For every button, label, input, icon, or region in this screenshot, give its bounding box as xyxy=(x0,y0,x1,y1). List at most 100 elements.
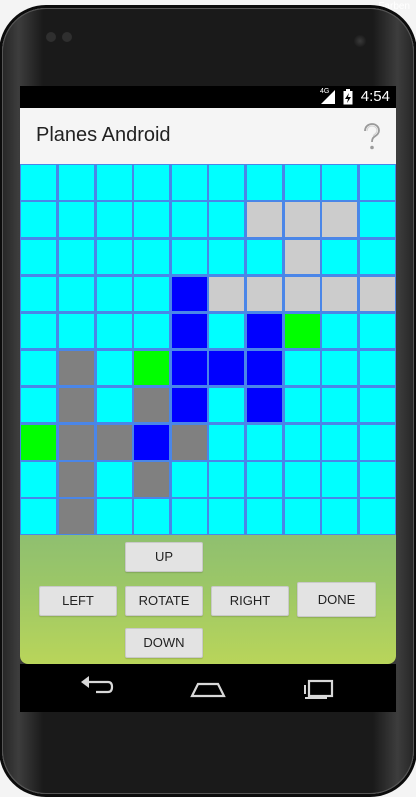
board-cell-water[interactable] xyxy=(96,202,132,237)
board-cell-water[interactable] xyxy=(246,499,282,534)
board-cell-water[interactable] xyxy=(322,239,358,274)
board-cell-water[interactable] xyxy=(322,165,358,200)
board-cell-plane-light[interactable] xyxy=(246,276,282,312)
board-cell-plane-blue[interactable] xyxy=(171,276,207,312)
rotate-button[interactable]: ROTATE xyxy=(125,586,203,616)
board-cell-plane-light[interactable] xyxy=(322,276,358,312)
board-cell-water[interactable] xyxy=(209,313,245,349)
board-cell-water[interactable] xyxy=(246,425,282,460)
board-cell-plane-blue[interactable] xyxy=(171,350,207,386)
board-cell-water[interactable] xyxy=(359,387,395,423)
board-cell-water[interactable] xyxy=(322,313,358,349)
board-cell-plane-light[interactable] xyxy=(284,202,320,237)
board-cell-water[interactable] xyxy=(322,499,358,534)
board-cell-water[interactable] xyxy=(96,462,132,497)
board-cell-water[interactable] xyxy=(134,239,170,274)
board-cell-plane-blue[interactable] xyxy=(171,313,207,349)
board-cell-water[interactable] xyxy=(322,425,358,460)
board-cell-water[interactable] xyxy=(134,165,170,200)
board-cell-water[interactable] xyxy=(209,499,245,534)
down-button[interactable]: DOWN xyxy=(125,628,203,658)
board-cell-water[interactable] xyxy=(21,239,57,274)
up-button[interactable]: UP xyxy=(125,542,203,572)
board-cell-water[interactable] xyxy=(246,462,282,497)
board-cell-hit[interactable] xyxy=(284,313,320,349)
board-cell-hit[interactable] xyxy=(21,425,57,460)
board-cell-plane-dark[interactable] xyxy=(58,387,94,423)
board-cell-water[interactable] xyxy=(58,239,94,274)
board-cell-water[interactable] xyxy=(96,165,132,200)
board-cell-plane-light[interactable] xyxy=(284,239,320,274)
board-cell-plane-dark[interactable] xyxy=(96,425,132,460)
board-cell-water[interactable] xyxy=(359,202,395,237)
board-cell-water[interactable] xyxy=(58,276,94,312)
board-cell-plane-blue[interactable] xyxy=(246,350,282,386)
board-cell-plane-blue[interactable] xyxy=(246,313,282,349)
board-cell-water[interactable] xyxy=(21,313,57,349)
board-cell-water[interactable] xyxy=(359,425,395,460)
board-cell-water[interactable] xyxy=(96,276,132,312)
left-button[interactable]: LEFT xyxy=(39,586,117,616)
board-cell-water[interactable] xyxy=(359,499,395,534)
board-cell-plane-dark[interactable] xyxy=(58,425,94,460)
board-cell-water[interactable] xyxy=(171,499,207,534)
board-cell-plane-blue[interactable] xyxy=(171,387,207,423)
back-icon[interactable] xyxy=(78,674,114,702)
board-cell-water[interactable] xyxy=(58,313,94,349)
board-cell-water[interactable] xyxy=(284,387,320,423)
board-cell-water[interactable] xyxy=(134,276,170,312)
board-cell-water[interactable] xyxy=(209,165,245,200)
board-cell-plane-dark[interactable] xyxy=(134,387,170,423)
board-cell-water[interactable] xyxy=(134,313,170,349)
game-board[interactable] xyxy=(20,164,396,535)
board-cell-plane-dark[interactable] xyxy=(58,499,94,534)
board-cell-plane-light[interactable] xyxy=(246,202,282,237)
board-cell-water[interactable] xyxy=(209,425,245,460)
board-cell-water[interactable] xyxy=(96,313,132,349)
help-icon[interactable] xyxy=(358,122,384,152)
home-icon[interactable] xyxy=(188,674,228,702)
board-cell-water[interactable] xyxy=(21,499,57,534)
board-cell-water[interactable] xyxy=(171,202,207,237)
board-cell-water[interactable] xyxy=(21,387,57,423)
done-button[interactable]: DONE xyxy=(297,582,376,617)
board-cell-water[interactable] xyxy=(209,239,245,274)
board-cell-water[interactable] xyxy=(246,165,282,200)
board-cell-water[interactable] xyxy=(171,462,207,497)
board-cell-plane-dark[interactable] xyxy=(134,462,170,497)
board-cell-plane-light[interactable] xyxy=(359,276,395,312)
board-cell-water[interactable] xyxy=(359,462,395,497)
board-cell-water[interactable] xyxy=(96,239,132,274)
board-cell-water[interactable] xyxy=(284,499,320,534)
board-cell-plane-light[interactable] xyxy=(209,276,245,312)
board-cell-water[interactable] xyxy=(209,202,245,237)
board-cell-water[interactable] xyxy=(359,165,395,200)
board-cell-water[interactable] xyxy=(171,239,207,274)
board-cell-water[interactable] xyxy=(21,165,57,200)
board-cell-water[interactable] xyxy=(209,387,245,423)
board-cell-water[interactable] xyxy=(284,425,320,460)
board-cell-water[interactable] xyxy=(58,165,94,200)
board-cell-water[interactable] xyxy=(96,499,132,534)
recent-apps-icon[interactable] xyxy=(300,674,336,702)
board-cell-water[interactable] xyxy=(171,165,207,200)
board-cell-water[interactable] xyxy=(21,350,57,386)
board-cell-water[interactable] xyxy=(359,313,395,349)
board-cell-water[interactable] xyxy=(284,165,320,200)
board-cell-water[interactable] xyxy=(246,239,282,274)
board-cell-plane-blue[interactable] xyxy=(246,387,282,423)
board-cell-water[interactable] xyxy=(96,387,132,423)
board-cell-plane-blue[interactable] xyxy=(134,425,170,460)
board-cell-plane-light[interactable] xyxy=(284,276,320,312)
board-cell-water[interactable] xyxy=(21,202,57,237)
board-cell-water[interactable] xyxy=(134,499,170,534)
board-cell-water[interactable] xyxy=(322,462,358,497)
board-cell-plane-light[interactable] xyxy=(322,202,358,237)
board-cell-water[interactable] xyxy=(284,462,320,497)
board-cell-plane-blue[interactable] xyxy=(209,350,245,386)
board-cell-water[interactable] xyxy=(21,276,57,312)
board-cell-water[interactable] xyxy=(96,350,132,386)
board-cell-water[interactable] xyxy=(284,350,320,386)
board-cell-plane-dark[interactable] xyxy=(58,462,94,497)
board-cell-plane-dark[interactable] xyxy=(171,425,207,460)
